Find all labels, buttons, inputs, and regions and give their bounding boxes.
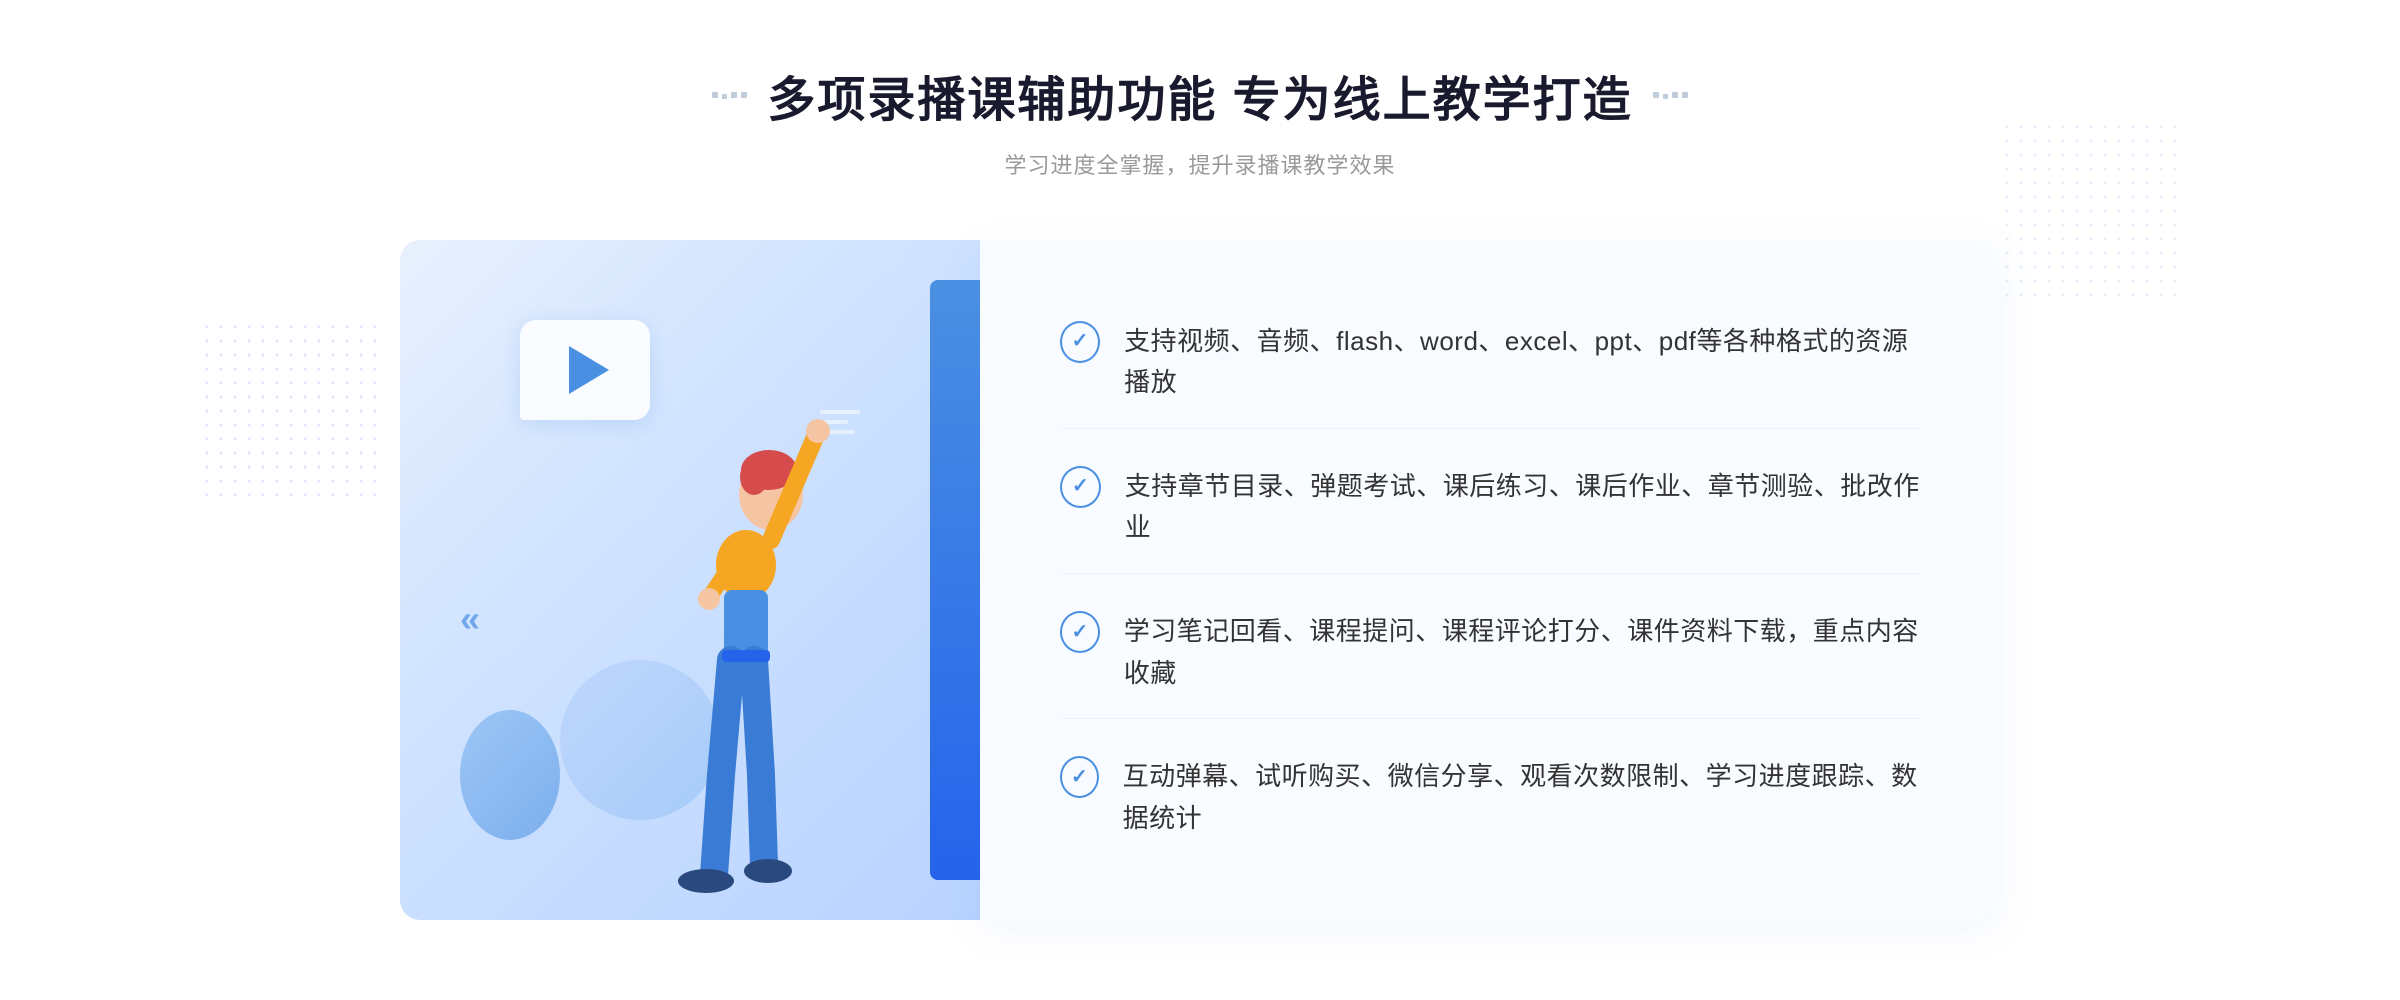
check-circle-2: ✓: [1060, 466, 1101, 508]
illustration-bg: «: [400, 240, 980, 920]
subtitle: 学习进度全掌握，提升录播课教学效果: [712, 148, 1687, 180]
header-deco-left: [712, 92, 747, 99]
play-icon: [569, 346, 609, 394]
main-title: 多项录播课辅助功能 专为线上教学打造: [767, 60, 1632, 130]
check-icon-3: ✓: [1071, 619, 1088, 644]
check-circle-1: ✓: [1060, 321, 1100, 363]
dot-pattern-left: [200, 320, 380, 500]
chevron-deco: «: [460, 598, 480, 640]
check-icon-4: ✓: [1071, 764, 1088, 789]
dot-pattern-right: [2000, 120, 2180, 300]
feature-item-3: ✓ 学习笔记回看、课程提问、课程评论打分、课件资料下载，重点内容收藏: [1060, 587, 1920, 719]
check-circle-3: ✓: [1060, 611, 1100, 653]
header-section: 多项录播课辅助功能 专为线上教学打造 学习进度全掌握，提升录播课教学效果: [712, 60, 1687, 180]
feature-item-2: ✓ 支持章节目录、弹题考试、课后练习、课后作业、章节测验、批改作业: [1060, 442, 1920, 574]
check-circle-4: ✓: [1060, 756, 1099, 798]
feature-text-2: 支持章节目录、弹题考试、课后练习、课后作业、章节测验、批改作业: [1125, 466, 1920, 549]
feature-text-1: 支持视频、音频、flash、word、excel、ppt、pdf等各种格式的资源…: [1124, 321, 1920, 404]
features-panel: ✓ 支持视频、音频、flash、word、excel、ppt、pdf等各种格式的…: [980, 240, 2000, 920]
content-area: «: [400, 240, 2000, 920]
blue-accent: [930, 280, 980, 880]
feature-text-4: 互动弹幕、试听购买、微信分享、观看次数限制、学习进度跟踪、数据统计: [1123, 756, 1920, 839]
person-illustration: [606, 395, 886, 920]
feature-item-1: ✓ 支持视频、音频、flash、word、excel、ppt、pdf等各种格式的…: [1060, 297, 1920, 429]
header-deco-right: [1653, 92, 1688, 99]
feature-item-4: ✓ 互动弹幕、试听购买、微信分享、观看次数限制、学习进度跟踪、数据统计: [1060, 732, 1920, 863]
header-title-row: 多项录播课辅助功能 专为线上教学打造: [712, 60, 1687, 130]
feature-text-3: 学习笔记回看、课程提问、课程评论打分、课件资料下载，重点内容收藏: [1124, 611, 1920, 694]
check-icon-1: ✓: [1072, 328, 1089, 353]
oval-shape-1: [460, 710, 560, 840]
check-icon-2: ✓: [1072, 473, 1089, 498]
page-wrapper: 多项录播课辅助功能 专为线上教学打造 学习进度全掌握，提升录播课教学效果: [0, 0, 2400, 1000]
illustration-side: «: [400, 240, 980, 920]
